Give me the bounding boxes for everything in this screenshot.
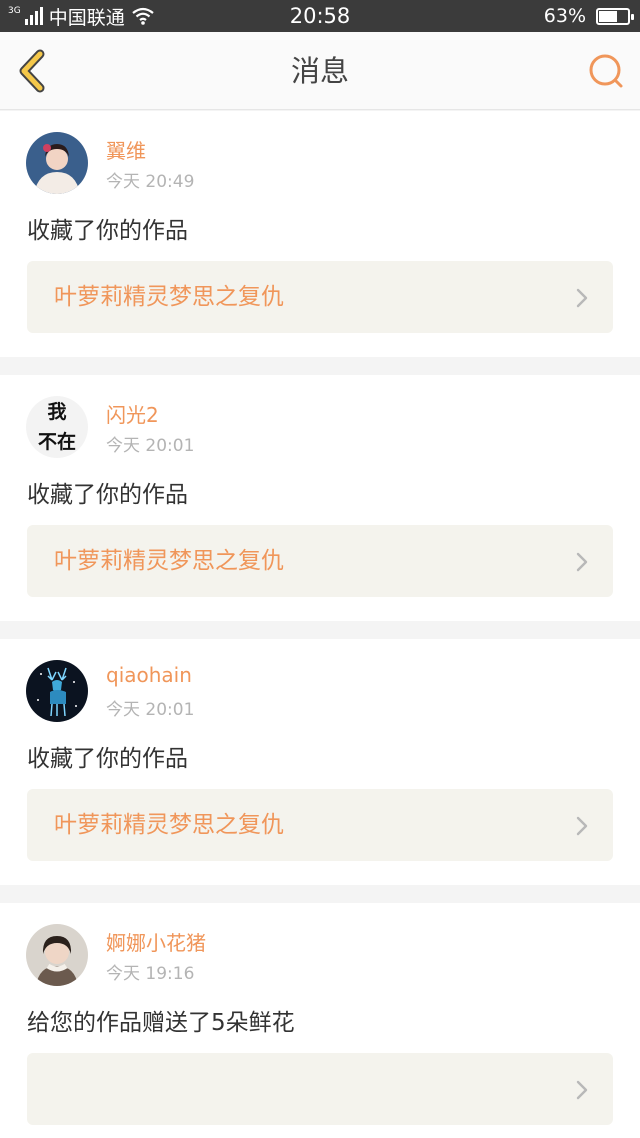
message-item: qiaohain 今天 20:01 收藏了你的作品 叶萝莉精灵梦思之复仇 [0, 639, 640, 885]
action-text: 收藏了你的作品 [27, 482, 188, 508]
chevron-right-icon [576, 552, 588, 572]
status-bar: 3G 中国联通 20:58 63% [0, 0, 640, 32]
navigation-bar: 消息 [0, 32, 640, 110]
username[interactable]: 婀娜小花猪 [106, 927, 206, 956]
work-title: 叶萝莉精灵梦思之复仇 [54, 548, 284, 574]
action-text: 收藏了你的作品 [27, 746, 188, 772]
timestamp: 今天 20:49 [106, 172, 195, 192]
battery-fill [599, 10, 617, 22]
username[interactable]: 闪光2 [106, 399, 159, 428]
message-item: 婀娜小花猪 今天 19:16 给您的作品赠送了5朵鲜花 [0, 903, 640, 1138]
avatar-text-line-2: 不在 [37, 431, 76, 453]
timestamp: 今天 19:16 [106, 964, 195, 984]
username[interactable]: 翼维 [106, 135, 146, 164]
message-item: 翼维 今天 20:49 收藏了你的作品 叶萝莉精灵梦思之复仇 [0, 111, 640, 357]
avatar[interactable] [26, 132, 88, 194]
timestamp: 今天 20:01 [106, 700, 195, 720]
work-title: 叶萝莉精灵梦思之复仇 [54, 284, 284, 310]
page-title: 消息 [290, 54, 349, 88]
avatar[interactable] [26, 660, 88, 722]
username[interactable]: qiaohain [106, 663, 192, 687]
avatar[interactable]: 我 不在 [26, 396, 88, 458]
work-link[interactable] [27, 1053, 613, 1125]
chevron-right-icon [576, 288, 588, 308]
work-link[interactable]: 叶萝莉精灵梦思之复仇 [27, 261, 613, 333]
avatar-text-line-1: 我 [47, 401, 67, 423]
avatar[interactable] [26, 924, 88, 986]
work-link[interactable]: 叶萝莉精灵梦思之复仇 [27, 525, 613, 597]
chevron-right-icon [576, 816, 588, 836]
action-text: 收藏了你的作品 [27, 218, 188, 244]
search-icon[interactable] [586, 52, 626, 92]
message-item: 我 不在 闪光2 今天 20:01 收藏了你的作品 叶萝莉精灵梦思之复仇 [0, 375, 640, 621]
timestamp: 今天 20:01 [106, 436, 195, 456]
chevron-right-icon [576, 1080, 588, 1100]
battery-percent: 63% [543, 5, 586, 27]
action-text: 给您的作品赠送了5朵鲜花 [27, 1010, 295, 1036]
work-link[interactable]: 叶萝莉精灵梦思之复仇 [27, 789, 613, 861]
battery-icon [596, 7, 634, 25]
work-title: 叶萝莉精灵梦思之复仇 [54, 812, 284, 838]
